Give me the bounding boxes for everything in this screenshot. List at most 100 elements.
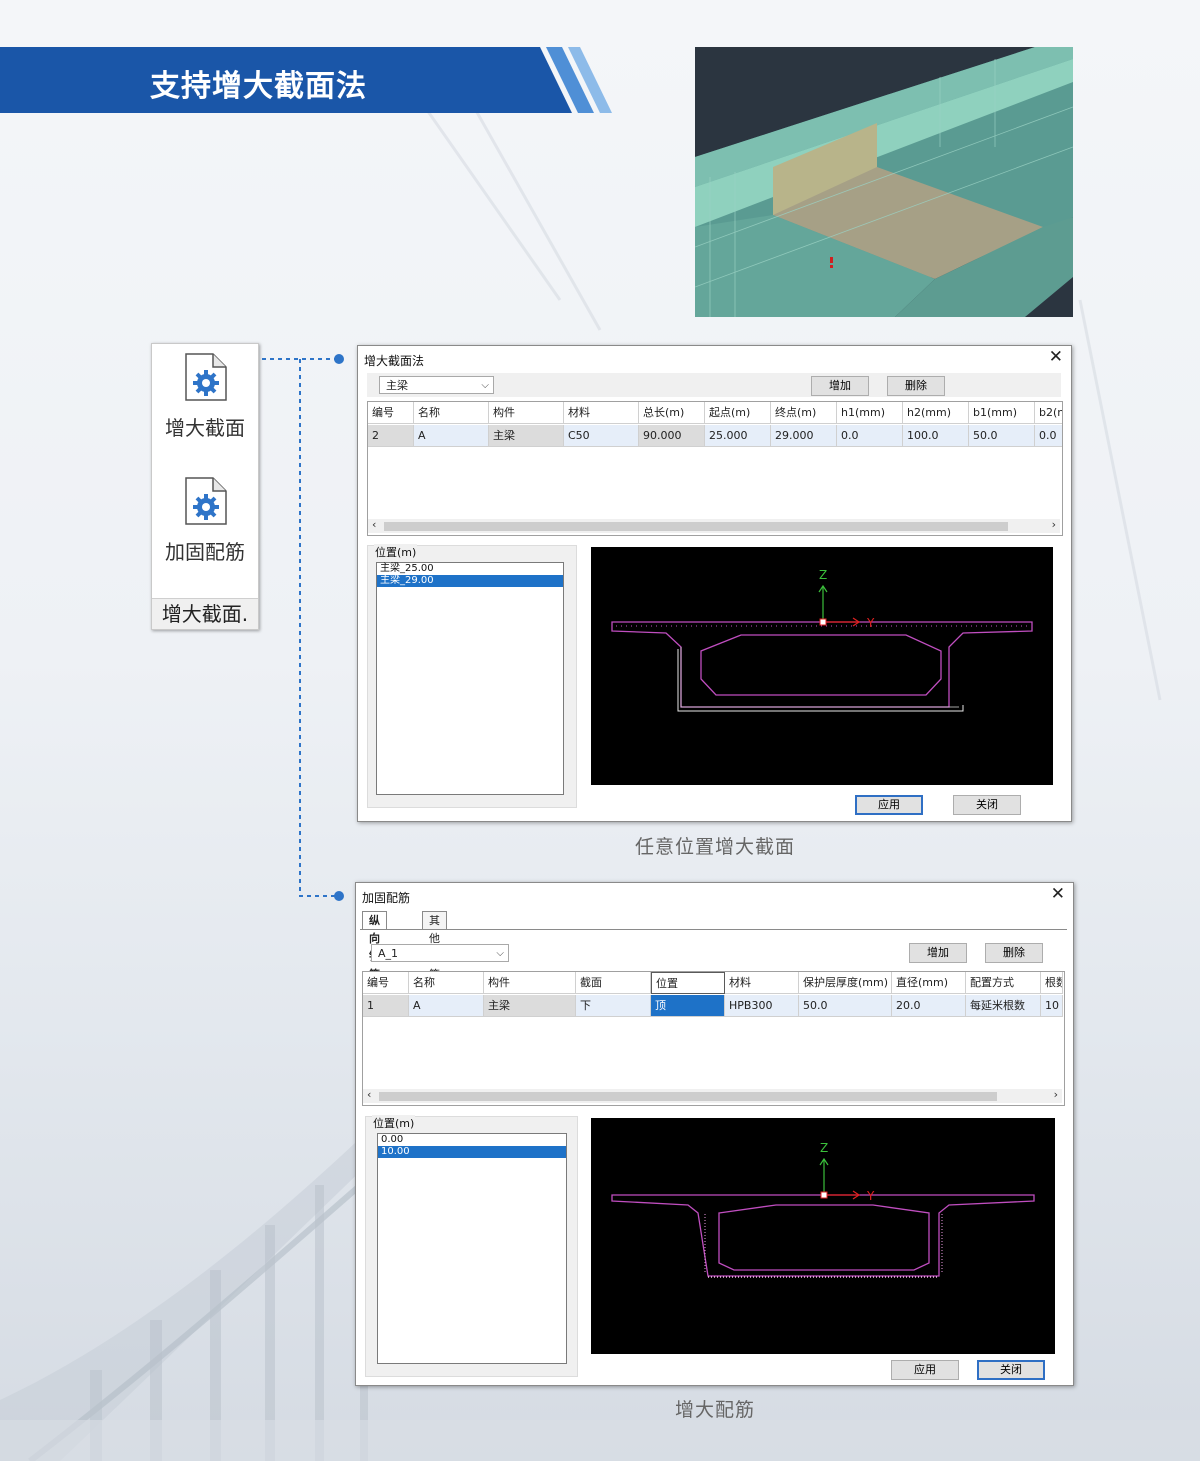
table-header: 编号 名称 构件 材料 总长(m) 起点(m) 终点(m) h1(mm) h2(… xyxy=(368,402,1062,424)
column-header[interactable]: 保护层厚度(mm) xyxy=(799,972,892,994)
reinforcement-label: 加固配筋 xyxy=(165,540,245,564)
apply-button[interactable]: 应用 xyxy=(891,1360,959,1380)
table-cell[interactable]: 下 xyxy=(576,995,651,1017)
table-cell[interactable]: 25.000 xyxy=(705,425,771,447)
scrollbar-thumb[interactable] xyxy=(384,522,1008,531)
table-cell[interactable]: C50 xyxy=(564,425,639,447)
delete-button[interactable]: 删除 xyxy=(887,376,945,396)
enlarge-section-label: 增大截面 xyxy=(165,416,245,440)
table-cell[interactable]: 主梁 xyxy=(484,995,576,1017)
table-cell[interactable]: 1 xyxy=(363,995,409,1017)
position-list[interactable]: 主梁_25.00 主梁_29.00 xyxy=(376,562,564,795)
section-preview-canvas[interactable]: Z Y xyxy=(591,547,1053,785)
enlarge-section-dialog: 增大截面法 ✕ 主梁 ⌵ 增加 删除 编号 名称 构件 材料 总长(m) 起点(… xyxy=(357,345,1072,822)
close-icon[interactable]: ✕ xyxy=(1049,347,1063,367)
scroll-left-icon[interactable]: ‹ xyxy=(372,518,376,531)
horizontal-scrollbar[interactable]: ‹ › xyxy=(368,518,1060,533)
dialog-title: 加固配筋 xyxy=(362,891,411,905)
column-header[interactable]: 材料 xyxy=(564,402,639,424)
y-axis-label: Y xyxy=(866,1189,875,1203)
position-group: 位置(m) 主梁_25.00 主梁_29.00 xyxy=(367,544,577,808)
table-cell[interactable]: 29.000 xyxy=(771,425,837,447)
table-cell[interactable]: 0.0 xyxy=(837,425,903,447)
column-header[interactable]: 配置方式 xyxy=(966,972,1041,994)
rebar-table: 编号 名称 构件 截面 位置 材料 保护层厚度(mm) 直径(mm) 配置方式 … xyxy=(362,971,1065,1106)
table-row[interactable]: 1 A 主梁 下 顶 HPB300 50.0 20.0 每延米根数 10 xyxy=(363,995,1063,1017)
add-button[interactable]: 增加 xyxy=(909,943,967,963)
settings-gear-icon xyxy=(185,353,227,401)
column-header[interactable]: h2(mm) xyxy=(903,402,969,424)
column-header[interactable]: 起点(m) xyxy=(705,402,771,424)
list-item-selected[interactable]: 主梁_29.00 xyxy=(377,575,563,587)
section-preview-canvas[interactable]: Z Y xyxy=(591,1118,1055,1354)
apply-button[interactable]: 应用 xyxy=(855,795,923,815)
close-icon[interactable]: ✕ xyxy=(1051,884,1065,904)
column-header[interactable]: 编号 xyxy=(363,972,409,994)
table-cell[interactable]: 主梁 xyxy=(489,425,564,447)
list-item[interactable]: 0.00 xyxy=(378,1134,566,1146)
bridge-3d-viewport[interactable] xyxy=(695,47,1073,317)
rebar-group-value: A_1 xyxy=(378,947,399,960)
table-cell[interactable]: 50.0 xyxy=(969,425,1035,447)
table-cell[interactable]: A xyxy=(409,995,484,1017)
rebar-group-select[interactable]: A_1 ⌵ xyxy=(371,944,509,962)
z-axis-label: Z xyxy=(820,1141,828,1155)
position-group-label: 位置(m) xyxy=(372,1115,416,1131)
list-item[interactable]: 主梁_25.00 xyxy=(377,563,563,575)
scroll-right-icon[interactable]: › xyxy=(1052,518,1056,531)
add-button[interactable]: 增加 xyxy=(811,376,869,396)
table-cell[interactable]: 10 xyxy=(1041,995,1063,1017)
column-header[interactable]: 构件 xyxy=(489,402,564,424)
table-cell[interactable]: 90.000 xyxy=(639,425,705,447)
table-row[interactable]: 2 A 主梁 C50 90.000 25.000 29.000 0.0 100.… xyxy=(368,425,1062,447)
enlarge-section-button[interactable]: 增大截面 xyxy=(152,346,258,456)
ribbon-panel: 增大截面 加固配筋 增大截面. xyxy=(151,343,259,630)
table-cell[interactable]: 50.0 xyxy=(799,995,892,1017)
scrollbar-thumb[interactable] xyxy=(379,1092,997,1101)
column-header[interactable]: 位置 xyxy=(651,972,725,994)
table-cell[interactable]: 20.0 xyxy=(892,995,966,1017)
reinforcement-dialog: 加固配筋 ✕ 纵向钢筋 其他钢筋 A_1 ⌵ 增加 删除 编号 名称 构件 截面… xyxy=(355,882,1074,1386)
dialog1-caption: 任意位置增大截面 xyxy=(634,836,795,858)
position-list[interactable]: 0.00 10.00 xyxy=(377,1133,567,1364)
column-header[interactable]: 总长(m) xyxy=(639,402,705,424)
page-title: 支持增大截面法 xyxy=(150,69,367,104)
horizontal-scrollbar[interactable]: ‹ › xyxy=(363,1088,1062,1103)
column-header[interactable]: b1(mm) xyxy=(969,402,1035,424)
table-cell[interactable]: A xyxy=(414,425,489,447)
reinforcement-button[interactable]: 加固配筋 xyxy=(152,470,258,580)
column-header[interactable]: h1(mm) xyxy=(837,402,903,424)
tab-divider xyxy=(360,929,1067,930)
chevron-down-icon: ⌵ xyxy=(496,948,504,959)
table-cell[interactable]: 2 xyxy=(368,425,414,447)
column-header[interactable]: 直径(mm) xyxy=(892,972,966,994)
dialog2-caption: 增大配筋 xyxy=(674,1399,755,1421)
y-axis-label: Y xyxy=(866,616,875,630)
column-header[interactable]: 名称 xyxy=(414,402,489,424)
section-table: 编号 名称 构件 材料 总长(m) 起点(m) 终点(m) h1(mm) h2(… xyxy=(367,401,1063,536)
close-button[interactable]: 关闭 xyxy=(953,795,1021,815)
scroll-right-icon[interactable]: › xyxy=(1054,1088,1058,1101)
settings-gear-icon xyxy=(185,477,227,525)
table-cell[interactable]: 0.0 xyxy=(1035,425,1062,447)
column-header[interactable]: 名称 xyxy=(409,972,484,994)
scroll-left-icon[interactable]: ‹ xyxy=(367,1088,371,1101)
column-header[interactable]: 根数 xyxy=(1041,972,1063,994)
close-button[interactable]: 关闭 xyxy=(977,1360,1045,1380)
position-group: 位置(m) 0.00 10.00 xyxy=(365,1115,578,1377)
tab-other-rebar[interactable]: 其他钢筋 xyxy=(422,911,447,981)
table-cell[interactable]: HPB300 xyxy=(725,995,799,1017)
list-item-selected[interactable]: 10.00 xyxy=(378,1146,566,1158)
member-select[interactable]: 主梁 ⌵ xyxy=(379,376,494,394)
column-header[interactable]: 终点(m) xyxy=(771,402,837,424)
column-header[interactable]: 材料 xyxy=(725,972,799,994)
table-cell[interactable]: 每延米根数 xyxy=(966,995,1041,1017)
column-header[interactable]: b2(n xyxy=(1035,402,1062,424)
delete-button[interactable]: 删除 xyxy=(985,943,1043,963)
table-cell-selected[interactable]: 顶 xyxy=(651,995,725,1017)
table-cell[interactable]: 100.0 xyxy=(903,425,969,447)
column-header[interactable]: 编号 xyxy=(368,402,414,424)
column-header[interactable]: 构件 xyxy=(484,972,576,994)
tab-longitudinal-rebar[interactable]: 纵向钢筋 xyxy=(362,911,387,981)
column-header[interactable]: 截面 xyxy=(576,972,651,994)
